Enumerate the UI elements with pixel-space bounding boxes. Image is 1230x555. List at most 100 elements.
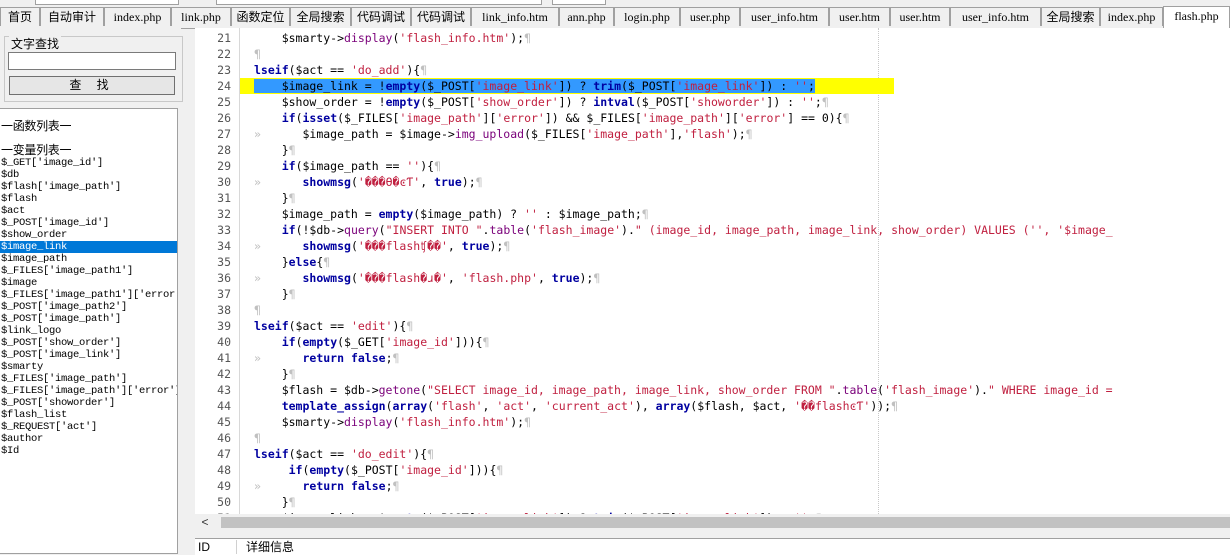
tab-3[interactable]: link.php	[171, 7, 231, 26]
variable-list-item[interactable]: $_POST['image_link']	[0, 349, 177, 361]
variable-list-item[interactable]: $author	[0, 433, 177, 445]
line-number: 46	[195, 430, 231, 446]
variable-list-item[interactable]: $_FILES['image_path']['error']	[0, 385, 177, 397]
line-number: 44	[195, 398, 231, 414]
tab-13[interactable]: user.htm	[829, 7, 890, 26]
code-line[interactable]: template_assign(array('flash', 'act', 'c…	[240, 398, 898, 414]
code-line[interactable]: » showmsg('���ϴ�ͼƬ', true);¶	[240, 174, 483, 190]
line-number: 39	[195, 318, 231, 334]
variable-list[interactable]: 一函数列表一 一变量列表一 $_GET['image_id'] $db $flash…	[0, 108, 178, 554]
tab-6[interactable]: 代码调试	[351, 7, 411, 26]
code-line[interactable]: }¶	[240, 286, 296, 302]
tab-17[interactable]: index.php	[1100, 7, 1163, 26]
code-line[interactable]: ¶	[240, 430, 261, 446]
code-line[interactable]: lseif($act == 'do_add'){¶	[240, 62, 427, 78]
toolbar-fragment	[552, 0, 606, 5]
tab-2[interactable]: index.php	[104, 7, 171, 26]
tab-9[interactable]: ann.php	[559, 7, 614, 26]
highlighted-code-line[interactable]: $image_link = !empty($_POST['image_link'…	[240, 78, 894, 94]
horizontal-scrollbar[interactable]: <	[195, 514, 1230, 531]
line-number: 38	[195, 302, 231, 318]
code-line[interactable]: }else{¶	[240, 254, 330, 270]
code-line[interactable]: lseif($act == 'do_edit'){¶	[240, 446, 434, 462]
code-line[interactable]: » $image_path = $image->img_upload($_FIL…	[240, 126, 753, 142]
code-line[interactable]: if(isset($_FILES['image_path']['error'])…	[240, 110, 850, 126]
scroll-left-icon[interactable]: <	[199, 514, 211, 531]
tab-12[interactable]: user_info.htm	[740, 7, 829, 26]
variable-list-item[interactable]: $_POST['image_path2']	[0, 301, 177, 313]
tab-5[interactable]: 全局搜索	[290, 7, 351, 26]
code-line[interactable]: if(empty($_POST['image_id'])){¶	[240, 462, 503, 478]
variable-list-item[interactable]: $link_logo	[0, 325, 177, 337]
toolbar-fragment	[35, 0, 179, 5]
code-line[interactable]: $smarty->display('flash_info.htm');¶	[240, 414, 531, 430]
line-number: 28	[195, 142, 231, 158]
toolbar-fragment	[216, 0, 542, 5]
code-line[interactable]: » showmsg('���flash�ɹ�', 'flash.php', tr…	[240, 270, 600, 286]
tab-10[interactable]: login.php	[614, 7, 680, 26]
variable-list-item[interactable]: $_REQUEST['act']	[0, 421, 177, 433]
tab-14[interactable]: user.htm	[890, 7, 950, 26]
search-button[interactable]: 查 找	[9, 76, 175, 95]
variable-list-item[interactable]: $db	[0, 169, 177, 181]
code-line[interactable]: ¶	[240, 46, 261, 62]
tab-16[interactable]: 全局搜索	[1041, 7, 1100, 26]
variable-list-item[interactable]: $_GET['image_id']	[0, 157, 177, 169]
tab-4[interactable]: 函数定位	[231, 7, 290, 26]
code-line[interactable]: » return false;¶	[240, 478, 399, 494]
variable-list-item[interactable]: $Id	[0, 445, 177, 457]
variable-list-item[interactable]: $image	[0, 277, 177, 289]
code-line[interactable]: » showmsg('���flashʧ��', true);¶	[240, 238, 510, 254]
variable-list-item[interactable]: $_POST['image_id']	[0, 217, 177, 229]
variable-list-item[interactable]: $image_link	[0, 241, 177, 253]
variable-list-item[interactable]: $flash	[0, 193, 177, 205]
line-number: 41	[195, 350, 231, 366]
tab-0[interactable]: 首页	[0, 7, 40, 26]
code-line[interactable]: $show_order = !empty($_POST['show_order'…	[240, 94, 829, 110]
variable-list-item[interactable]: $_FILES['image_path']	[0, 373, 177, 385]
code-line[interactable]: }¶	[240, 366, 296, 382]
column-separator	[236, 540, 237, 554]
line-number: 48	[195, 462, 231, 478]
variable-list-item[interactable]: $act	[0, 205, 177, 217]
code-line[interactable]: $image_path = empty($image_path) ? '' : …	[240, 206, 649, 222]
variable-list-item[interactable]: $_POST['image_path']	[0, 313, 177, 325]
code-line[interactable]: if($image_path == ''){¶	[240, 158, 441, 174]
tab-8[interactable]: link_info.htm	[471, 7, 559, 26]
variable-list-item[interactable]: $_FILES['image_path1']	[0, 265, 177, 277]
id-column-header[interactable]: ID	[198, 539, 210, 555]
code-line[interactable]: if(empty($_GET['image_id'])){¶	[240, 334, 489, 350]
tab-11[interactable]: user.php	[680, 7, 740, 26]
tab-1[interactable]: 自动审计	[40, 7, 104, 26]
code-line[interactable]: if(!$db->query("INSERT INTO ".table('fla…	[240, 222, 1113, 238]
variable-list-item[interactable]: $flash['image_path']	[0, 181, 177, 193]
variable-list-item[interactable]: $_POST['show_order']	[0, 337, 177, 349]
code-line[interactable]: ¶	[240, 302, 261, 318]
line-number: 42	[195, 366, 231, 382]
tab-15[interactable]: user_info.htm	[950, 7, 1041, 26]
detail-column-header[interactable]: 详细信息	[246, 539, 294, 555]
variable-list-item[interactable]: $flash_list	[0, 409, 177, 421]
code-editor[interactable]: 21 22 23 24 25 26 27 28 29 30 31 32 33 34 35 36 37 38 39 40…	[195, 28, 1230, 514]
code-line[interactable]: lseif($act == 'edit'){¶	[240, 318, 413, 334]
variable-list-item[interactable]: $smarty	[0, 361, 177, 373]
code-line[interactable]: }¶	[240, 190, 296, 206]
tab-18[interactable]: flash.php	[1163, 6, 1230, 28]
code-line[interactable]: $smarty->display('flash_info.htm');¶	[240, 30, 531, 46]
variable-list-item[interactable]: $show_order	[0, 229, 177, 241]
left-panel: 文字查找 查 找 一函数列表一 一变量列表一 $_GET['image_id']…	[0, 28, 181, 554]
scroll-thumb[interactable]	[221, 517, 1230, 528]
line-number: 36	[195, 270, 231, 286]
line-number: 32	[195, 206, 231, 222]
variable-list-item[interactable]: $_FILES['image_path1']['error']	[0, 289, 177, 301]
code-line[interactable]: }¶	[240, 142, 296, 158]
variable-list-item[interactable]: $_POST['showorder']	[0, 397, 177, 409]
variable-list-item[interactable]: $image_path	[0, 253, 177, 265]
line-number: 23	[195, 62, 231, 78]
tab-7[interactable]: 代码调试	[411, 7, 471, 26]
code-line[interactable]: }¶	[240, 494, 296, 510]
code-line[interactable]: » return false;¶	[240, 350, 399, 366]
line-number: 45	[195, 414, 231, 430]
code-line[interactable]: $flash = $db->getone("SELECT image_id, i…	[240, 382, 1113, 398]
search-input[interactable]	[8, 52, 176, 70]
